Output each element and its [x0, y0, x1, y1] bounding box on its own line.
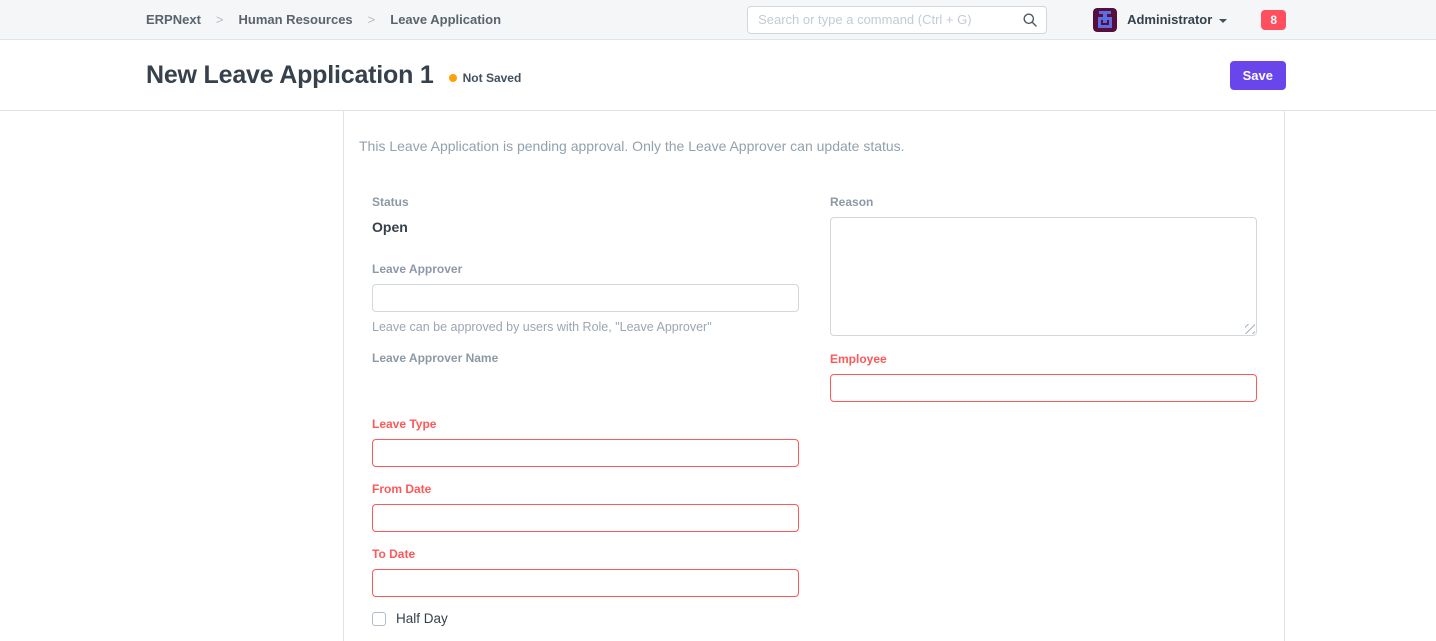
form-container: This Leave Application is pending approv…	[343, 111, 1285, 641]
half-day-label[interactable]: Half Day	[396, 611, 448, 626]
page-head: New Leave Application 1 Not Saved Save	[0, 40, 1436, 111]
field-leave-type: Leave Type	[372, 417, 799, 467]
status-value: Open	[372, 219, 799, 235]
field-employee: Employee	[830, 352, 1257, 402]
leave-type-input[interactable]	[372, 439, 799, 467]
to-date-input[interactable]	[372, 569, 799, 597]
status-label: Status	[372, 195, 799, 209]
user-name: Administrator	[1127, 12, 1212, 27]
leave-approver-help: Leave can be approved by users with Role…	[372, 320, 799, 334]
pending-approval-notice: This Leave Application is pending approv…	[344, 138, 1284, 154]
user-menu[interactable]: Administrator	[1093, 8, 1227, 32]
notifications-badge[interactable]: 8	[1261, 10, 1286, 30]
field-from-date: From Date	[372, 482, 799, 532]
doc-status-indicator: Not Saved	[449, 71, 522, 85]
breadcrumb-erpnext[interactable]: ERPNext	[146, 12, 201, 27]
form-column-left: Status Open Leave Approver Leave can be …	[372, 195, 799, 626]
breadcrumb-separator-icon: >	[368, 12, 376, 27]
form-column-right: Reason Employee	[830, 195, 1257, 626]
breadcrumb-human-resources[interactable]: Human Resources	[239, 12, 353, 27]
from-date-label: From Date	[372, 482, 799, 496]
from-date-input[interactable]	[372, 504, 799, 532]
field-half-day: Half Day	[372, 611, 799, 626]
employee-label: Employee	[830, 352, 1257, 366]
field-status: Status Open	[372, 195, 799, 235]
not-saved-dot-icon	[449, 74, 457, 82]
leave-approver-label: Leave Approver	[372, 262, 799, 276]
leave-approver-input[interactable]	[372, 284, 799, 312]
form-grid: Status Open Leave Approver Leave can be …	[344, 195, 1284, 626]
page-content: This Leave Application is pending approv…	[0, 111, 1436, 641]
field-leave-approver: Leave Approver Leave can be approved by …	[372, 262, 799, 334]
reason-textarea[interactable]	[830, 217, 1257, 336]
avatar	[1093, 8, 1117, 32]
leave-approver-name-label: Leave Approver Name	[372, 351, 799, 365]
global-search	[747, 6, 1047, 34]
breadcrumb: ERPNext > Human Resources > Leave Applic…	[146, 12, 501, 27]
navbar: ERPNext > Human Resources > Leave Applic…	[0, 0, 1436, 40]
breadcrumb-leave-application[interactable]: Leave Application	[390, 12, 501, 27]
field-to-date: To Date	[372, 547, 799, 597]
search-icon	[1022, 12, 1038, 28]
page-title: New Leave Application 1	[146, 61, 434, 90]
chevron-down-icon	[1219, 19, 1227, 23]
search-input[interactable]	[747, 6, 1047, 34]
doc-status-text: Not Saved	[463, 71, 522, 85]
leave-type-label: Leave Type	[372, 417, 799, 431]
half-day-checkbox[interactable]	[372, 612, 386, 626]
field-reason: Reason	[830, 195, 1257, 336]
breadcrumb-separator-icon: >	[216, 12, 224, 27]
to-date-label: To Date	[372, 547, 799, 561]
employee-input[interactable]	[830, 374, 1257, 402]
save-button[interactable]: Save	[1230, 61, 1286, 90]
field-leave-approver-name: Leave Approver Name	[372, 351, 799, 365]
reason-label: Reason	[830, 195, 1257, 209]
